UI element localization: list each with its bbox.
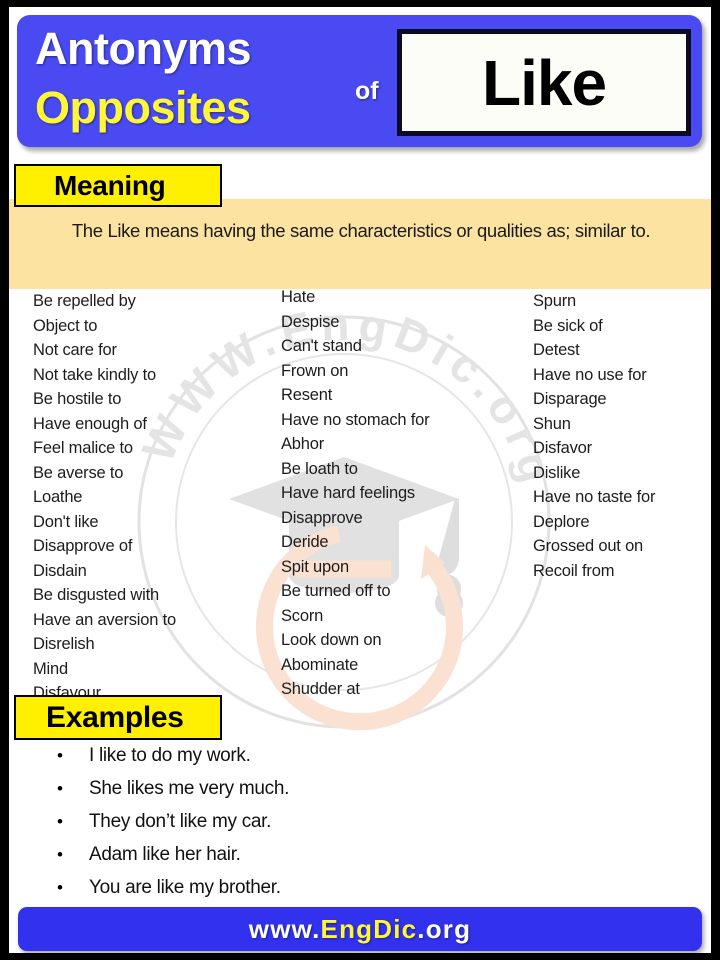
poster-sheet: WWW.EngDic.org Antonyms Opposites of Lik… (9, 7, 711, 953)
antonym-item: Disparage (533, 390, 607, 408)
bullet-icon: • (57, 779, 63, 798)
title-opposites: Opposites (35, 82, 251, 133)
antonym-item: Don't like (33, 512, 99, 531)
antonym-item: Deride (281, 533, 329, 551)
poster-page: WWW.EngDic.org Antonyms Opposites of Lik… (0, 0, 720, 960)
footer-url-prefix: www. (248, 913, 321, 944)
antonym-item: Loathe (33, 488, 83, 506)
bullet-icon: • (57, 746, 63, 765)
antonym-item: Disfavor (533, 439, 592, 457)
antonym-item: Spit upon (281, 557, 349, 576)
antonym-item: Have no taste for (533, 488, 656, 506)
antonym-item: Have an aversion to (33, 610, 176, 629)
antonym-item: Have no use for (533, 365, 647, 384)
headword-box: Like (397, 29, 691, 136)
example-row: • Adam like her hair. (31, 844, 451, 877)
antonym-item: Look down on (281, 631, 382, 649)
bullet-icon: • (57, 845, 63, 864)
example-sentence: I like to do my work. (89, 745, 251, 766)
antonym-item: Be turned off to (281, 582, 391, 600)
footer-url-suffix: .org (417, 913, 472, 944)
antonym-item: Be hostile to (33, 390, 122, 408)
antonym-item: Shun (533, 414, 571, 433)
antonym-item: Disdain (33, 561, 87, 580)
poster-header: Antonyms Opposites of Like (17, 15, 702, 147)
meaning-tag-label: Meaning (54, 169, 166, 201)
title-antonyms: Antonyms (35, 23, 252, 74)
antonym-item: Be loath to (281, 459, 358, 478)
antonym-item: Can't stand (281, 337, 362, 355)
antonym-item: Abhor (281, 435, 325, 453)
example-sentence: They don’t like my car. (89, 811, 272, 832)
bullet-icon: • (57, 878, 63, 897)
title-connector: of (355, 77, 379, 105)
antonym-item: Disrelish (33, 635, 95, 653)
examples-tag-label: Examples (46, 700, 184, 734)
antonym-item: Spurn (533, 292, 577, 310)
footer-url-brand: EngDic (320, 913, 418, 944)
antonyms-columns: Be repelled by Object to Not care for Not t… (9, 288, 711, 702)
antonym-item: Be averse to (33, 463, 124, 482)
antonym-item: Dislike (533, 463, 581, 482)
antonym-item: Be disgusted with (33, 586, 159, 604)
antonym-item: Mind (33, 659, 68, 678)
header-title-block: Antonyms Opposites (35, 19, 355, 143)
example-row: • I like to do my work. (31, 745, 451, 778)
antonym-item: Resent (281, 386, 333, 404)
antonym-item: Have no stomach for (281, 410, 430, 429)
examples-section-tag: Examples (14, 695, 222, 740)
antonym-item: Be repelled by (33, 292, 136, 310)
bullet-icon: • (57, 812, 63, 831)
meaning-section-tag: Meaning (14, 164, 222, 207)
antonym-item: Deplore (533, 512, 590, 531)
antonym-item: Recoil from (533, 561, 615, 580)
antonym-item: Shudder at (281, 680, 360, 698)
antonyms-column-3: Spurn Be sick of Detest Have no use for Disp… (533, 289, 655, 583)
antonyms-column-2: Hate Despise Can't stand Frown on Resent Have… (281, 285, 430, 702)
antonym-item: Be sick of (533, 316, 603, 335)
antonym-item: Disapprove of (33, 537, 133, 555)
antonym-item: Not take kindly to (33, 365, 156, 384)
antonyms-column-1: Be repelled by Object to Not care for Not t… (33, 289, 176, 706)
antonym-item: Hate (281, 288, 316, 306)
antonym-item: Feel malice to (33, 439, 133, 457)
antonym-item: Not care for (33, 341, 117, 359)
example-sentence: Adam like her hair. (89, 844, 241, 865)
antonym-item: Despise (281, 312, 340, 331)
headword: Like (481, 46, 607, 119)
antonym-item: Abominate (281, 655, 359, 674)
antonym-item: Object to (33, 316, 98, 335)
example-row: • They don’t like my car. (31, 811, 451, 844)
examples-list: • I like to do my work. • She likes me very… (31, 745, 451, 910)
antonym-item: Have enough of (33, 414, 147, 433)
antonym-item: Have hard feelings (281, 484, 415, 502)
example-row: • You are like my brother. (31, 877, 451, 910)
meaning-text: The Like means having the same character… (71, 220, 651, 241)
example-sentence: She likes me very much. (89, 778, 290, 799)
antonym-item: Disapprove (281, 508, 363, 527)
example-sentence: You are like my brother. (89, 877, 281, 898)
site-footer[interactable]: www. EngDic .org (18, 907, 702, 951)
antonym-item: Grossed out on (533, 537, 644, 555)
antonym-item: Scorn (281, 606, 324, 625)
antonym-item: Frown on (281, 361, 349, 380)
antonym-item: Detest (533, 341, 580, 359)
example-row: • She likes me very much. (31, 778, 451, 811)
